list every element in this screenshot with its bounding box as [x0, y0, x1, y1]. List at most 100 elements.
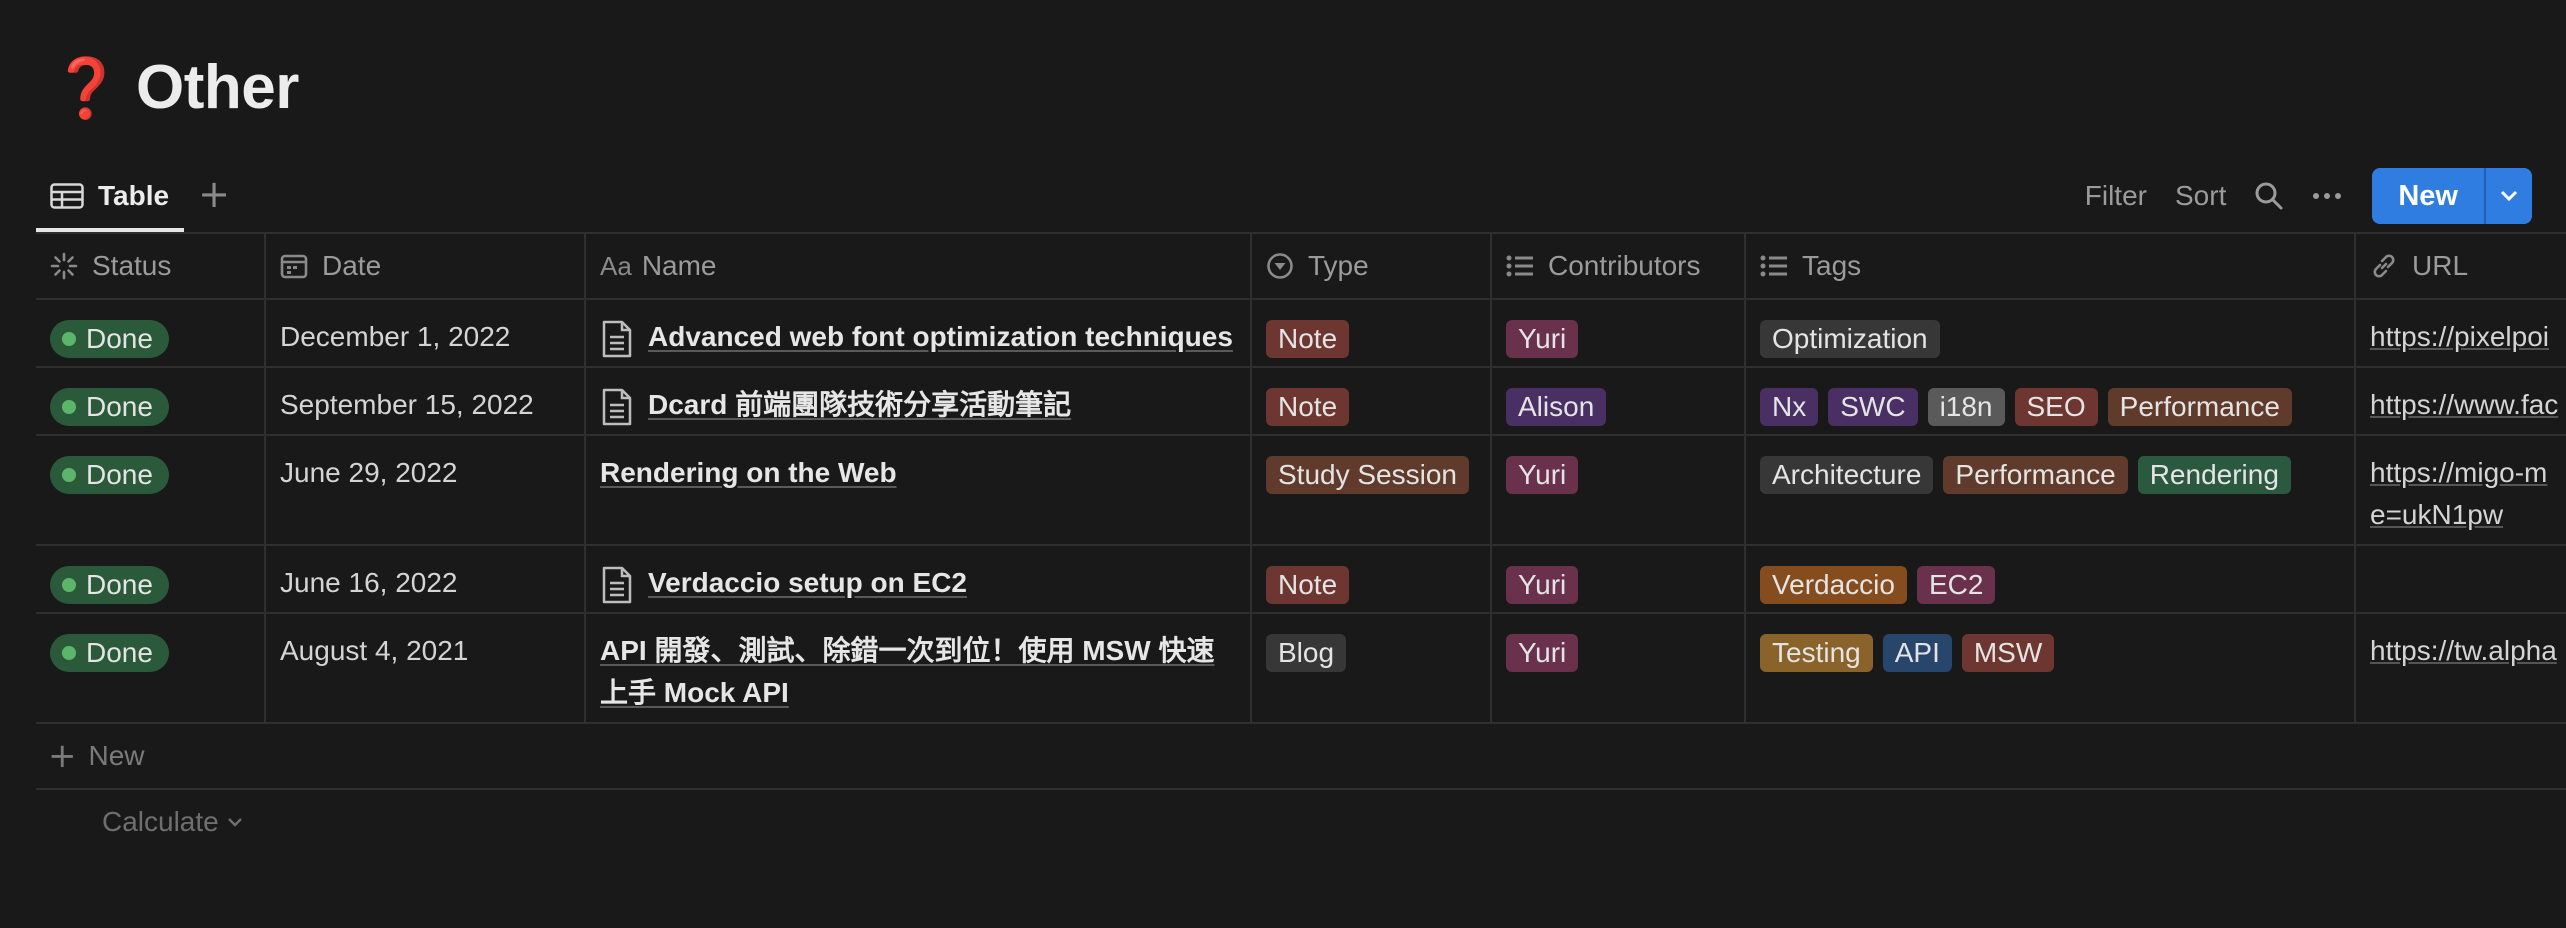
- column-header-status[interactable]: Status: [36, 234, 266, 298]
- date-cell[interactable]: August 4, 2021: [266, 614, 586, 722]
- contributor-tag: Yuri: [1506, 320, 1579, 358]
- type-cell[interactable]: Note: [1252, 368, 1492, 434]
- tags-cell[interactable]: Testing API MSW: [1746, 614, 2356, 722]
- column-header-contributors[interactable]: Contributors: [1492, 234, 1746, 298]
- page-title[interactable]: Other: [136, 52, 299, 123]
- column-label: Contributors: [1548, 250, 1701, 281]
- url-link-line2[interactable]: e=ukN1pw: [2370, 494, 2566, 536]
- status-cell[interactable]: Done: [36, 300, 266, 366]
- list-icon: [1506, 254, 1538, 278]
- type-cell[interactable]: Note: [1252, 300, 1492, 366]
- table-row[interactable]: Done June 29, 2022 Rendering on the Web Stu…: [36, 434, 2566, 544]
- url-cell[interactable]: https://www.fac: [2356, 368, 2566, 434]
- contributors-cell[interactable]: Yuri: [1492, 300, 1746, 366]
- select-icon: [1266, 252, 1298, 280]
- url-cell[interactable]: https://migo-m e=ukN1pw: [2356, 436, 2566, 544]
- database-table: Status Date Aa Name Type Contributors Ta…: [36, 232, 2566, 854]
- date-cell[interactable]: June 29, 2022: [266, 436, 586, 544]
- date-cell[interactable]: September 15, 2022: [266, 368, 586, 434]
- page-title-link[interactable]: Rendering on the Web: [600, 452, 897, 494]
- type-cell[interactable]: Study Session: [1252, 436, 1492, 544]
- table-row[interactable]: Done June 16, 2022 Verdaccio setup on EC2 N…: [36, 544, 2566, 612]
- status-cell[interactable]: Done: [36, 436, 266, 544]
- page-title-link-line2[interactable]: 上手 Mock API: [600, 672, 1214, 714]
- column-header-type[interactable]: Type: [1252, 234, 1492, 298]
- tag-pill: Nx: [1760, 388, 1819, 426]
- contributors-cell[interactable]: Yuri: [1492, 614, 1746, 722]
- tag-pill: Rendering: [2137, 456, 2291, 494]
- status-cell[interactable]: Done: [36, 546, 266, 612]
- status-badge: Done: [50, 320, 169, 358]
- status-badge: Done: [50, 456, 169, 494]
- new-dropdown-chevron-icon[interactable]: [2484, 168, 2532, 224]
- date-cell[interactable]: June 16, 2022: [266, 546, 586, 612]
- type-tag: Note: [1266, 566, 1350, 604]
- table-row[interactable]: Done September 15, 2022 Dcard 前端團隊技術分享活動筆記…: [36, 366, 2566, 434]
- url-cell[interactable]: https://tw.alpha: [2356, 614, 2566, 722]
- column-header-name[interactable]: Aa Name: [586, 234, 1252, 298]
- status-dot-icon: [62, 646, 76, 660]
- page-title-link[interactable]: Dcard 前端團隊技術分享活動筆記: [648, 384, 1071, 426]
- url-link[interactable]: https://tw.alpha: [2370, 630, 2566, 672]
- date-cell[interactable]: December 1, 2022: [266, 300, 586, 366]
- column-label: Tags: [1802, 250, 1862, 281]
- tags-cell[interactable]: Optimization: [1746, 300, 2356, 366]
- type-cell[interactable]: Blog: [1252, 614, 1492, 722]
- name-cell[interactable]: Advanced web font optimization technique…: [586, 300, 1252, 366]
- column-label: Name: [641, 250, 717, 281]
- page-title-link[interactable]: Verdaccio setup on EC2: [648, 562, 967, 604]
- name-cell[interactable]: API 開發、測試、除錯一次到位！使用 MSW 快速 上手 Mock API: [586, 614, 1252, 722]
- more-options-icon[interactable]: [2312, 191, 2342, 201]
- page-title-link[interactable]: API 開發、測試、除錯一次到位！使用 MSW 快速: [600, 630, 1214, 672]
- search-icon[interactable]: [2254, 181, 2284, 211]
- page-title-link[interactable]: Advanced web font optimization technique…: [648, 316, 1233, 358]
- status-cell[interactable]: Done: [36, 368, 266, 434]
- text-property-icon: Aa: [600, 250, 632, 281]
- page-icon: [602, 320, 632, 358]
- tags-cell[interactable]: Nx SWC i18n SEO Performance: [1746, 368, 2356, 434]
- url-link[interactable]: https://www.fac: [2370, 384, 2566, 426]
- type-tag: Study Session: [1266, 456, 1469, 494]
- table-header-row: Status Date Aa Name Type Contributors Ta…: [36, 232, 2566, 298]
- column-header-date[interactable]: Date: [266, 234, 586, 298]
- tab-table-label: Table: [98, 180, 170, 211]
- url-link[interactable]: https://pixelpoi: [2370, 316, 2566, 358]
- table-row[interactable]: Done December 1, 2022 Advanced web font op…: [36, 298, 2566, 366]
- add-view-button[interactable]: +: [194, 174, 234, 214]
- contributors-cell[interactable]: Yuri: [1492, 436, 1746, 544]
- tag-pill: Performance: [1943, 456, 2128, 494]
- calculate-button[interactable]: Calculate: [102, 806, 219, 838]
- toolbar: Filter Sort New: [2057, 160, 2532, 232]
- type-cell[interactable]: Note: [1252, 546, 1492, 612]
- status-badge: Done: [50, 388, 169, 426]
- sort-button[interactable]: Sort: [2175, 180, 2226, 212]
- tag-pill: Architecture: [1760, 456, 1934, 494]
- url-cell[interactable]: https://pixelpoi: [2356, 300, 2566, 366]
- tag-pill: Testing: [1760, 634, 1873, 672]
- type-tag: Blog: [1266, 634, 1347, 672]
- page-icon: [602, 566, 632, 604]
- filter-button[interactable]: Filter: [2085, 180, 2147, 212]
- table-row[interactable]: Done August 4, 2021 API 開發、測試、除錯一次到位！使用 MS…: [36, 612, 2566, 722]
- tags-cell[interactable]: Architecture Performance Rendering: [1746, 436, 2356, 544]
- column-header-tags[interactable]: Tags: [1746, 234, 2356, 298]
- column-header-url[interactable]: URL: [2356, 234, 2566, 298]
- url-link[interactable]: https://migo-m: [2370, 452, 2566, 494]
- status-cell[interactable]: Done: [36, 614, 266, 722]
- column-label: Date: [322, 250, 382, 281]
- tab-table[interactable]: Table: [36, 160, 183, 232]
- contributors-cell[interactable]: Yuri: [1492, 546, 1746, 612]
- new-button[interactable]: New: [2372, 168, 2484, 224]
- column-label: Status: [92, 250, 172, 281]
- add-row-button[interactable]: + New: [36, 722, 2566, 788]
- name-cell[interactable]: Verdaccio setup on EC2: [586, 546, 1252, 612]
- tags-cell[interactable]: Verdaccio EC2: [1746, 546, 2356, 612]
- name-cell[interactable]: Rendering on the Web: [586, 436, 1252, 544]
- contributor-tag: Yuri: [1506, 634, 1579, 672]
- page-emoji-icon[interactable]: ❓: [50, 59, 122, 117]
- contributors-cell[interactable]: Alison: [1492, 368, 1746, 434]
- name-cell[interactable]: Dcard 前端團隊技術分享活動筆記: [586, 368, 1252, 434]
- loader-icon: [50, 252, 82, 280]
- calendar-icon: [280, 252, 312, 280]
- url-cell[interactable]: [2356, 546, 2566, 612]
